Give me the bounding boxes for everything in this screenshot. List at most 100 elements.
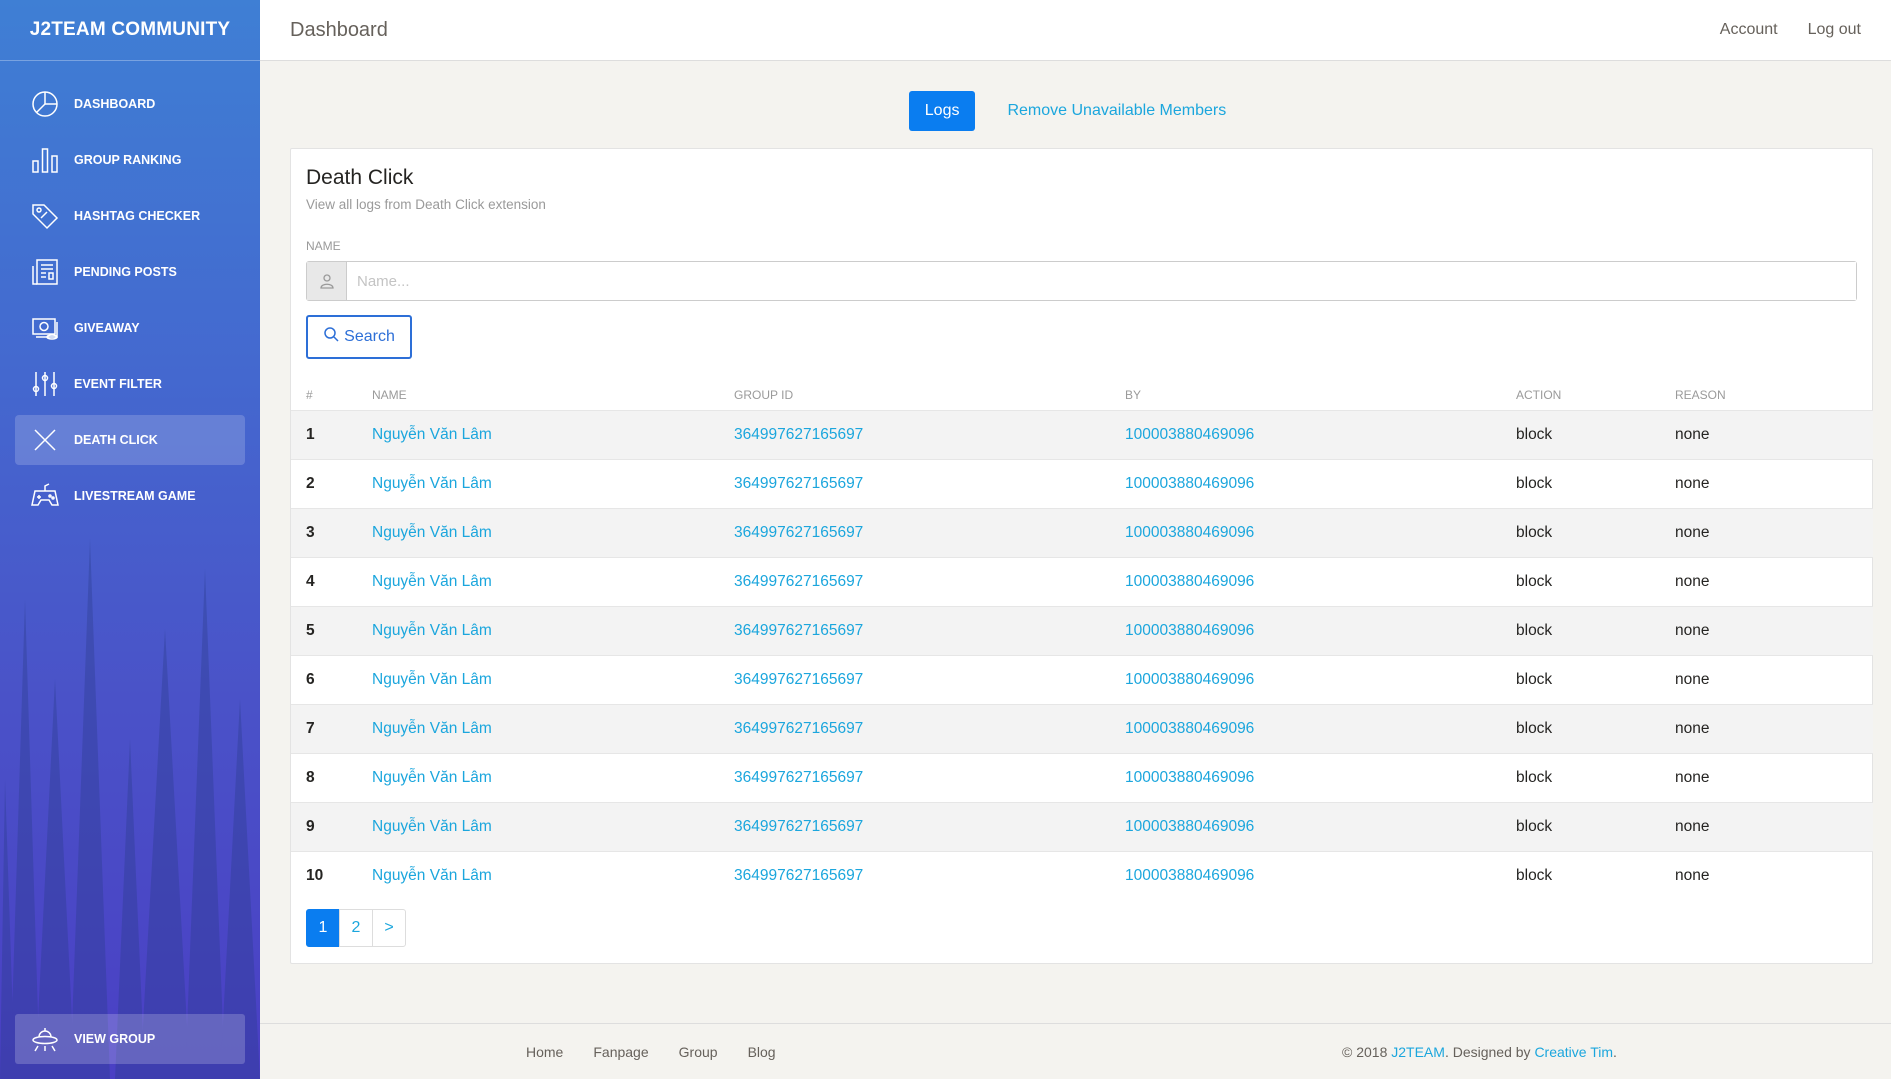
header-name: NAME <box>372 388 407 402</box>
copyright-brand-link[interactable]: J2TEAM <box>1391 1044 1445 1060</box>
row-group-id-link[interactable]: 364997627165697 <box>734 818 1125 836</box>
row-group-id-link[interactable]: 364997627165697 <box>734 671 1125 689</box>
sidebar-item-label: GROUP RANKING <box>74 153 182 167</box>
row-group-id-link[interactable]: 364997627165697 <box>734 524 1125 542</box>
name-input[interactable] <box>347 262 1856 300</box>
row-group-id-link[interactable]: 364997627165697 <box>734 475 1125 493</box>
row-action: block <box>1516 622 1553 639</box>
row-by-link[interactable]: 100003880469096 <box>1125 867 1516 885</box>
table-row: 7 Nguyễn Văn Lâm 364997627165697 1000038804… <box>291 704 1873 753</box>
sidebar-item-pending-posts[interactable]: PENDING POSTS <box>15 247 245 297</box>
row-by-link[interactable]: 100003880469096 <box>1125 622 1516 640</box>
logout-link[interactable]: Log out <box>1808 21 1861 39</box>
row-name-link[interactable]: Nguyễn Văn Lâm <box>372 573 734 591</box>
row-by-link[interactable]: 100003880469096 <box>1125 426 1516 444</box>
row-group-id-link[interactable]: 364997627165697 <box>734 720 1125 738</box>
logs-table: # NAME GROUP ID BY ACTION REASON 1 Nguyễn… <box>291 380 1873 900</box>
page-2[interactable]: 2 <box>339 909 373 947</box>
close-icon <box>30 425 60 455</box>
row-action: block <box>1516 475 1553 492</box>
row-index: 6 <box>306 671 315 688</box>
copyright-designer-link[interactable]: Creative Tim <box>1534 1044 1613 1060</box>
row-reason: none <box>1675 426 1710 443</box>
row-by-link[interactable]: 100003880469096 <box>1125 671 1516 689</box>
row-reason: none <box>1675 720 1710 737</box>
table-row: 4 Nguyễn Văn Lâm 364997627165697 1000038804… <box>291 557 1873 606</box>
top-navbar: Dashboard Account Log out <box>260 0 1891 61</box>
row-name-link[interactable]: Nguyễn Văn Lâm <box>372 524 734 542</box>
row-name-link[interactable]: Nguyễn Văn Lâm <box>372 867 734 885</box>
row-reason: none <box>1675 671 1710 688</box>
row-by-link[interactable]: 100003880469096 <box>1125 524 1516 542</box>
row-group-id-link[interactable]: 364997627165697 <box>734 573 1125 591</box>
footer-link-fanpage[interactable]: Fanpage <box>593 1044 648 1060</box>
news-icon <box>30 257 60 287</box>
row-group-id-link[interactable]: 364997627165697 <box>734 426 1125 444</box>
row-by-link[interactable]: 100003880469096 <box>1125 573 1516 591</box>
footer-link-home[interactable]: Home <box>526 1044 563 1060</box>
brand-title[interactable]: J2TEAM COMMUNITY <box>0 0 260 61</box>
pagination: 1 2 > <box>306 909 406 947</box>
row-group-id-link[interactable]: 364997627165697 <box>734 769 1125 787</box>
gamepad-icon <box>30 481 60 511</box>
sidebar-item-giveaway[interactable]: GIVEAWAY <box>15 303 245 353</box>
account-link[interactable]: Account <box>1720 21 1778 39</box>
sidebar-item-hashtag-checker[interactable]: HASHTAG CHECKER <box>15 191 245 241</box>
copyright-mid: . Designed by <box>1444 1043 1531 1060</box>
footer-link-group[interactable]: Group <box>679 1044 718 1060</box>
row-index: 5 <box>306 622 315 639</box>
tab-logs[interactable]: Logs <box>908 91 976 131</box>
money-icon <box>30 313 60 343</box>
table-row: 5 Nguyễn Văn Lâm 364997627165697 1000038804… <box>291 606 1873 655</box>
row-name-link[interactable]: Nguyễn Văn Lâm <box>372 426 734 444</box>
page-title[interactable]: Dashboard <box>290 19 388 42</box>
row-by-link[interactable]: 100003880469096 <box>1125 769 1516 787</box>
main-content: Logs Remove Unavailable Members Death Cl… <box>260 61 1891 1024</box>
row-name-link[interactable]: Nguyễn Văn Lâm <box>372 622 734 640</box>
row-by-link[interactable]: 100003880469096 <box>1125 818 1516 836</box>
row-action: block <box>1516 769 1553 786</box>
row-reason: none <box>1675 573 1710 590</box>
sidebar-item-label: DASHBOARD <box>74 97 156 111</box>
tab-remove-unavailable-members[interactable]: Remove Unavailable Members <box>991 91 1242 131</box>
sidebar-item-label: EVENT FILTER <box>74 377 162 391</box>
sidebar-item-label: HASHTAG CHECKER <box>74 209 201 223</box>
copyright-suffix: . <box>1613 1043 1617 1060</box>
table-row: 10 Nguyễn Văn Lâm 364997627165697 100003880… <box>291 851 1873 900</box>
pie-chart-icon <box>30 89 60 119</box>
sidebar-item-group-ranking[interactable]: GROUP RANKING <box>15 135 245 185</box>
row-index: 2 <box>306 475 315 492</box>
copyright: © 2018 J2TEAM. Designed by Creative Tim. <box>1342 1044 1617 1060</box>
sidebar-item-dashboard[interactable]: DASHBOARD <box>15 79 245 129</box>
row-action: block <box>1516 867 1553 884</box>
row-index: 10 <box>306 867 324 884</box>
row-name-link[interactable]: Nguyễn Văn Lâm <box>372 475 734 493</box>
row-reason: none <box>1675 818 1710 835</box>
view-group-button[interactable]: VIEW GROUP <box>15 1014 245 1064</box>
row-by-link[interactable]: 100003880469096 <box>1125 720 1516 738</box>
sidebar-item-event-filter[interactable]: EVENT FILTER <box>15 359 245 409</box>
row-name-link[interactable]: Nguyễn Văn Lâm <box>372 818 734 836</box>
search-button[interactable]: Search <box>306 315 412 359</box>
row-by-link[interactable]: 100003880469096 <box>1125 475 1516 493</box>
navbar-links: Account Log out <box>1720 21 1861 39</box>
row-index: 8 <box>306 769 315 786</box>
user-icon <box>307 262 347 300</box>
sidebar-item-death-click[interactable]: DEATH CLICK <box>15 415 245 465</box>
row-group-id-link[interactable]: 364997627165697 <box>734 622 1125 640</box>
row-action: block <box>1516 426 1553 443</box>
page-1[interactable]: 1 <box>306 909 340 947</box>
row-index: 3 <box>306 524 315 541</box>
row-index: 7 <box>306 720 315 737</box>
page-next[interactable]: > <box>372 909 406 947</box>
sidebar: J2TEAM COMMUNITY DASHBOARD GROUP RANKING… <box>0 0 260 1079</box>
row-name-link[interactable]: Nguyễn Văn Lâm <box>372 769 734 787</box>
forest-background <box>0 539 260 1079</box>
footer-link-blog[interactable]: Blog <box>748 1044 776 1060</box>
row-action: block <box>1516 818 1553 835</box>
sidebar-item-livestream-game[interactable]: LIVESTREAM GAME <box>15 471 245 521</box>
row-name-link[interactable]: Nguyễn Văn Lâm <box>372 720 734 738</box>
row-name-link[interactable]: Nguyễn Văn Lâm <box>372 671 734 689</box>
death-click-card: Death Click View all logs from Death Cli… <box>290 148 1873 964</box>
row-group-id-link[interactable]: 364997627165697 <box>734 867 1125 885</box>
